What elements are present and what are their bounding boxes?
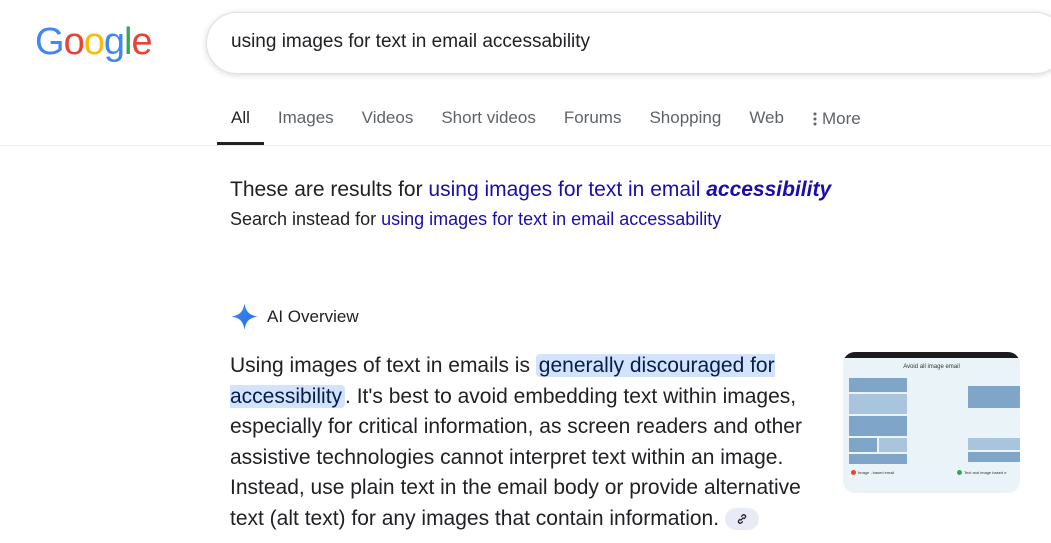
spelling-correction: These are results for using images for t…: [230, 176, 831, 231]
tab-videos[interactable]: Videos: [348, 94, 428, 144]
tab-web[interactable]: Web: [735, 94, 798, 144]
ai-overview-header: AI Overview: [230, 302, 359, 331]
link-icon: [737, 514, 747, 525]
search-instead-line: Search instead for using images for text…: [230, 209, 722, 229]
thumbnail-block: [849, 394, 907, 414]
original-query-link[interactable]: using images for text in email accessabi…: [381, 209, 721, 229]
thumbnail-caption-left: Image - based email: [851, 470, 894, 476]
ai-overview-title: AI Overview: [267, 306, 359, 326]
tab-short-videos[interactable]: Short videos: [427, 94, 550, 144]
thumbnail-block: [968, 452, 1020, 462]
tabs-divider: [0, 145, 1051, 146]
ai-sparkle-icon: [231, 303, 258, 330]
search-input[interactable]: [231, 31, 931, 53]
thumbnail-block: [968, 386, 1020, 408]
thumbnail-title: Avoid all image email: [903, 364, 960, 370]
google-logo[interactable]: Google: [35, 20, 153, 64]
search-box[interactable]: [206, 12, 1051, 74]
corrected-query-link[interactable]: using images for text in email accessibi…: [428, 178, 831, 201]
tab-forums[interactable]: Forums: [550, 94, 636, 144]
thumbnail-block: [879, 438, 907, 452]
tab-all[interactable]: All: [217, 94, 264, 145]
source-link-chip[interactable]: [725, 507, 760, 530]
tab-images[interactable]: Images: [264, 94, 348, 144]
thumbnail-block: [968, 438, 1020, 450]
thumbnail-top-bar: [843, 352, 1020, 358]
tab-more[interactable]: More: [798, 94, 875, 144]
search-tabs: All Images Videos Short videos Forums Sh…: [217, 94, 875, 146]
ai-overview-text: Using images of text in emails is genera…: [230, 354, 802, 530]
thumbnail-block: [849, 454, 907, 464]
thumbnail-block: [849, 416, 907, 436]
thumbnail-caption-right: Text and image based e: [957, 470, 1006, 476]
ai-overview-thumbnail[interactable]: Avoid all image email Image - based emai…: [843, 352, 1020, 493]
dots-vertical-icon: [813, 112, 817, 126]
thumbnail-block: [849, 438, 877, 452]
corrected-results-line: These are results for using images for t…: [230, 178, 832, 201]
thumbnail-block: [849, 378, 907, 392]
tab-shopping[interactable]: Shopping: [635, 94, 735, 144]
